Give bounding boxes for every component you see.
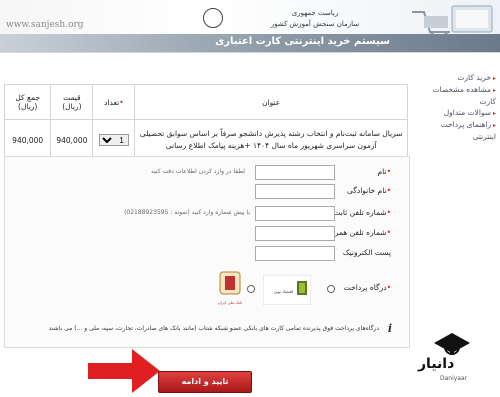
quantity-select[interactable]: 1 xyxy=(98,134,129,146)
customer-form: لطفا در وارد کردن اطلاعات دقت کنید •نام … xyxy=(4,156,410,348)
form-note: لطفا در وارد کردن اطلاعات دقت کنید xyxy=(150,168,245,175)
red-arrow-icon xyxy=(88,349,160,393)
mobile-input[interactable] xyxy=(255,226,335,241)
gateway-logo-bank-melli: بانک ملی ایران xyxy=(215,269,245,309)
header-total: جمع کل (ریال) xyxy=(3,84,52,120)
quantity-cell: 1 xyxy=(92,119,136,161)
sidebar: خرید کارت مشاهده مشخصات کارت سوالات متدا… xyxy=(416,72,496,142)
gateway-name-eghtesad: اقتصاد نوین xyxy=(274,289,293,294)
phone-input[interactable] xyxy=(255,206,335,221)
email-input[interactable] xyxy=(255,246,335,261)
org-name: ریاست جمهوری سازمان سنجش آموزش کشور xyxy=(230,8,400,30)
gateway-radio-eghtesad[interactable] xyxy=(327,285,335,293)
org-seal-icon xyxy=(203,8,223,28)
product-description: سریال سامانه ثبت‌نام و انتخاب رشته پذیرش… xyxy=(134,119,408,161)
page-title: سیستم خرید اینترنتی کارت اعتباری xyxy=(215,36,390,47)
watermark-text: دانیار xyxy=(418,356,455,372)
header-title: عنوان xyxy=(134,84,408,120)
sidebar-item-view-card[interactable]: مشاهده مشخصات کارت xyxy=(416,84,496,107)
gateway-name-melli: بانک ملی ایران xyxy=(218,300,243,305)
sidebar-item-faq[interactable]: سوالات متداول xyxy=(416,107,496,119)
phone-hint: با پیش شماره وارد کنید (نمونه : 02188923… xyxy=(124,209,250,216)
sidebar-item-buy-card[interactable]: خرید کارت xyxy=(416,72,496,84)
gateway-radio-melli[interactable] xyxy=(247,285,255,293)
submit-button[interactable]: تایید و ادامه xyxy=(158,371,252,393)
org-line-1: ریاست جمهوری xyxy=(291,9,339,17)
watermark-sub: Daniyaar xyxy=(440,375,468,382)
price-cell: 940,000 xyxy=(50,119,94,161)
gateway-logo-eghtesad-novin: اقتصاد نوین xyxy=(262,274,312,306)
table-header-row: عنوان •تعداد قیمت (ریال) جمع کل (ریال) xyxy=(3,84,408,120)
site-url: www.sanjesh.org xyxy=(6,20,84,30)
sidebar-item-payment-guide[interactable]: راهنمای پرداخت اینترنتی xyxy=(416,119,496,142)
gateway-info-text: درگاه‌های پرداخت فوق پذیرنده تمامی کارت … xyxy=(48,325,379,332)
last-name-input[interactable] xyxy=(255,184,335,199)
product-section: عنوان •تعداد قیمت (ریال) جمع کل (ریال) س… xyxy=(3,84,408,161)
table-row: سریال سامانه ثبت‌نام و انتخاب رشته پذیرش… xyxy=(3,119,408,161)
total-cell: 940,000 xyxy=(3,119,52,161)
info-icon: i xyxy=(387,322,393,335)
header-count: •تعداد xyxy=(92,84,136,120)
header-price: قیمت (ریال) xyxy=(50,84,94,120)
org-line-2: سازمان سنجش آموزش کشور xyxy=(270,20,360,28)
product-table: عنوان •تعداد قیمت (ریال) جمع کل (ریال) س… xyxy=(3,84,408,161)
first-name-input[interactable] xyxy=(255,165,335,180)
